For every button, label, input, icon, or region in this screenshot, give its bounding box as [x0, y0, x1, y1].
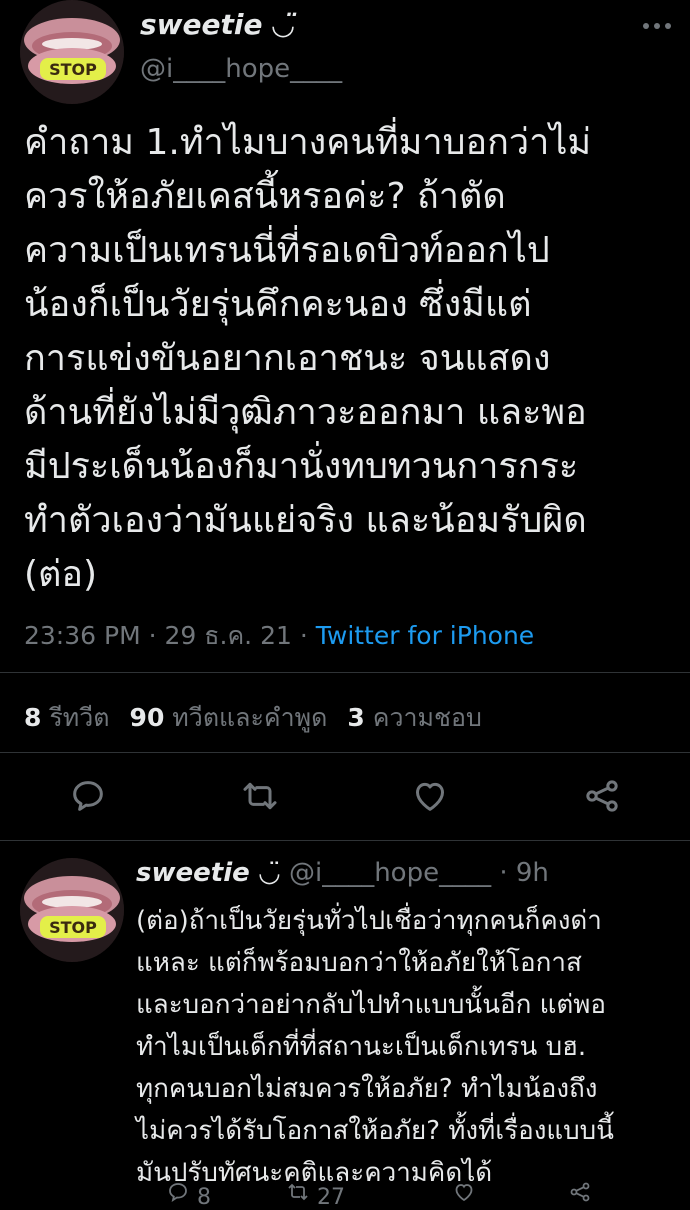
- reply-reply-action[interactable]: 8: [166, 1180, 211, 1210]
- like-icon: [455, 1184, 473, 1202]
- reply-separator: ·: [491, 858, 516, 888]
- tweet-stats: 8 รีทวีต 90 ทวีตและคำพูด 3 ความชอบ: [24, 698, 482, 738]
- reply-reply-count: 8: [197, 1185, 211, 1210]
- share-icon: [570, 1182, 590, 1202]
- reply-name-emoji: ◡̈: [258, 858, 281, 888]
- divider: [0, 672, 690, 673]
- avatar-badge: STOP: [49, 918, 97, 937]
- reply-handle[interactable]: @i____hope____: [289, 858, 491, 888]
- user-handle[interactable]: @i____hope____: [140, 54, 342, 84]
- reply-text: (ต่อ)ถ้าเป็นวัยรุ่นทั่วไปเชื่อว่าทุกคนก็…: [136, 900, 676, 1194]
- tweet-text-line: คำถาม 1.ทำไมบางคนที่มาบอกว่าไม่: [24, 122, 592, 163]
- reply-text-line: ทุกคนบอกไม่สมควรให้อภัย? ทำไมน้องถึง: [136, 1074, 598, 1104]
- tweet-text-line: (ต่อ): [24, 554, 98, 595]
- display-name-text[interactable]: sweetie: [140, 8, 263, 41]
- reply-text-line: แหละ แต่ก็พร้อมบอกว่าให้อภัยให้โอกาส: [136, 948, 582, 978]
- quotes-stat[interactable]: 90 ทวีตและคำพูด: [130, 703, 328, 732]
- like-icon[interactable]: [410, 776, 450, 816]
- tweet-date[interactable]: 29 ธ.ค. 21: [164, 621, 291, 650]
- tweet-time[interactable]: 23:36 PM: [24, 621, 141, 650]
- name-emoji: ◡̈: [272, 8, 294, 41]
- tweet-text-line: มีประเด็นน้องก็มานั่งทบทวนการกระ: [24, 446, 579, 487]
- reply-text-line: ไม่ควรได้รับโอกาสให้อภัย? ทั้งที่เรื่องแ…: [136, 1116, 614, 1146]
- tweet-text-line: น้องก็เป็นวัยรุ่นคึกคะนอง ซึ่งมีแต่: [24, 284, 532, 325]
- avatar[interactable]: STOP: [20, 0, 124, 104]
- tweet-text-line: ทำตัวเองว่ามันแย่จริง และน้อมรับผิด: [24, 500, 587, 541]
- display-name[interactable]: sweetie ◡̈: [140, 8, 294, 41]
- likes-stat[interactable]: 3 ความชอบ: [347, 703, 482, 732]
- retweets-count: 8: [24, 703, 42, 732]
- reply-icon: [169, 1183, 187, 1202]
- avatar-badge: STOP: [49, 60, 97, 79]
- quotes-label: ทวีตและคำพูด: [172, 703, 328, 732]
- tweet-text-line: ควรให้อภัยเคสนี้หรอค่ะ? ถ้าตัด: [24, 176, 506, 217]
- reply-retweet-action[interactable]: 27: [286, 1180, 345, 1210]
- reply-text-line: และบอกว่าอย่ากลับไปทำแบบนั้นอีก แต่พอ: [136, 990, 606, 1020]
- divider: [0, 840, 690, 841]
- tweet-text-line: ด้านที่ยังไม่มีวุฒิภาวะออกมา และพอ: [24, 392, 587, 433]
- reply-text-line: (ต่อ)ถ้าเป็นวัยรุ่นทั่วไปเชื่อว่าทุกคนก็…: [136, 906, 602, 936]
- reply-text-line: มันปรับทัศนะคติและความคิดได้: [136, 1158, 493, 1188]
- more-options-icon[interactable]: [640, 14, 674, 38]
- reply-retweet-count: 27: [317, 1185, 345, 1210]
- likes-label: ความชอบ: [372, 703, 482, 732]
- reply-header: sweetie ◡̈ @i____hope____ · 9h: [136, 858, 549, 888]
- meta-separator: ·: [140, 621, 165, 650]
- likes-count: 3: [347, 703, 365, 732]
- divider: [0, 752, 690, 753]
- reply-share-action[interactable]: [568, 1180, 592, 1204]
- reply-time[interactable]: 9h: [516, 858, 549, 888]
- tweet-text-line: ความเป็นเทรนนี่ที่รอเดบิวท์ออกไป: [24, 230, 550, 271]
- reply-display-name[interactable]: sweetie: [136, 858, 250, 888]
- tweet-text-line: การแข่งขันอยากเอาชนะ จนแสดง: [24, 338, 551, 379]
- reply-avatar[interactable]: STOP: [20, 858, 124, 962]
- reply-icon[interactable]: [68, 776, 108, 816]
- quotes-count: 90: [129, 703, 165, 732]
- retweet-icon[interactable]: [240, 776, 280, 816]
- retweet-icon: [288, 1183, 308, 1201]
- tweet-meta: 23:36 PM · 29 ธ.ค. 21 · Twitter for iPho…: [24, 616, 534, 656]
- share-icon[interactable]: [582, 776, 622, 816]
- tweet-source[interactable]: Twitter for iPhone: [316, 621, 534, 650]
- retweets-stat[interactable]: 8 รีทวีต: [24, 703, 110, 732]
- reply-like-action[interactable]: [452, 1180, 476, 1204]
- tweet-text: คำถาม 1.ทำไมบางคนที่มาบอกว่าไม่ ควรให้อภ…: [24, 116, 674, 602]
- retweets-label: รีทวีต: [49, 703, 110, 732]
- meta-separator: ·: [291, 621, 316, 650]
- reply-text-line: ทำไมเป็นเด็กที่ที่สถานะเป็นเด็กเทรน บฮ.: [136, 1032, 587, 1062]
